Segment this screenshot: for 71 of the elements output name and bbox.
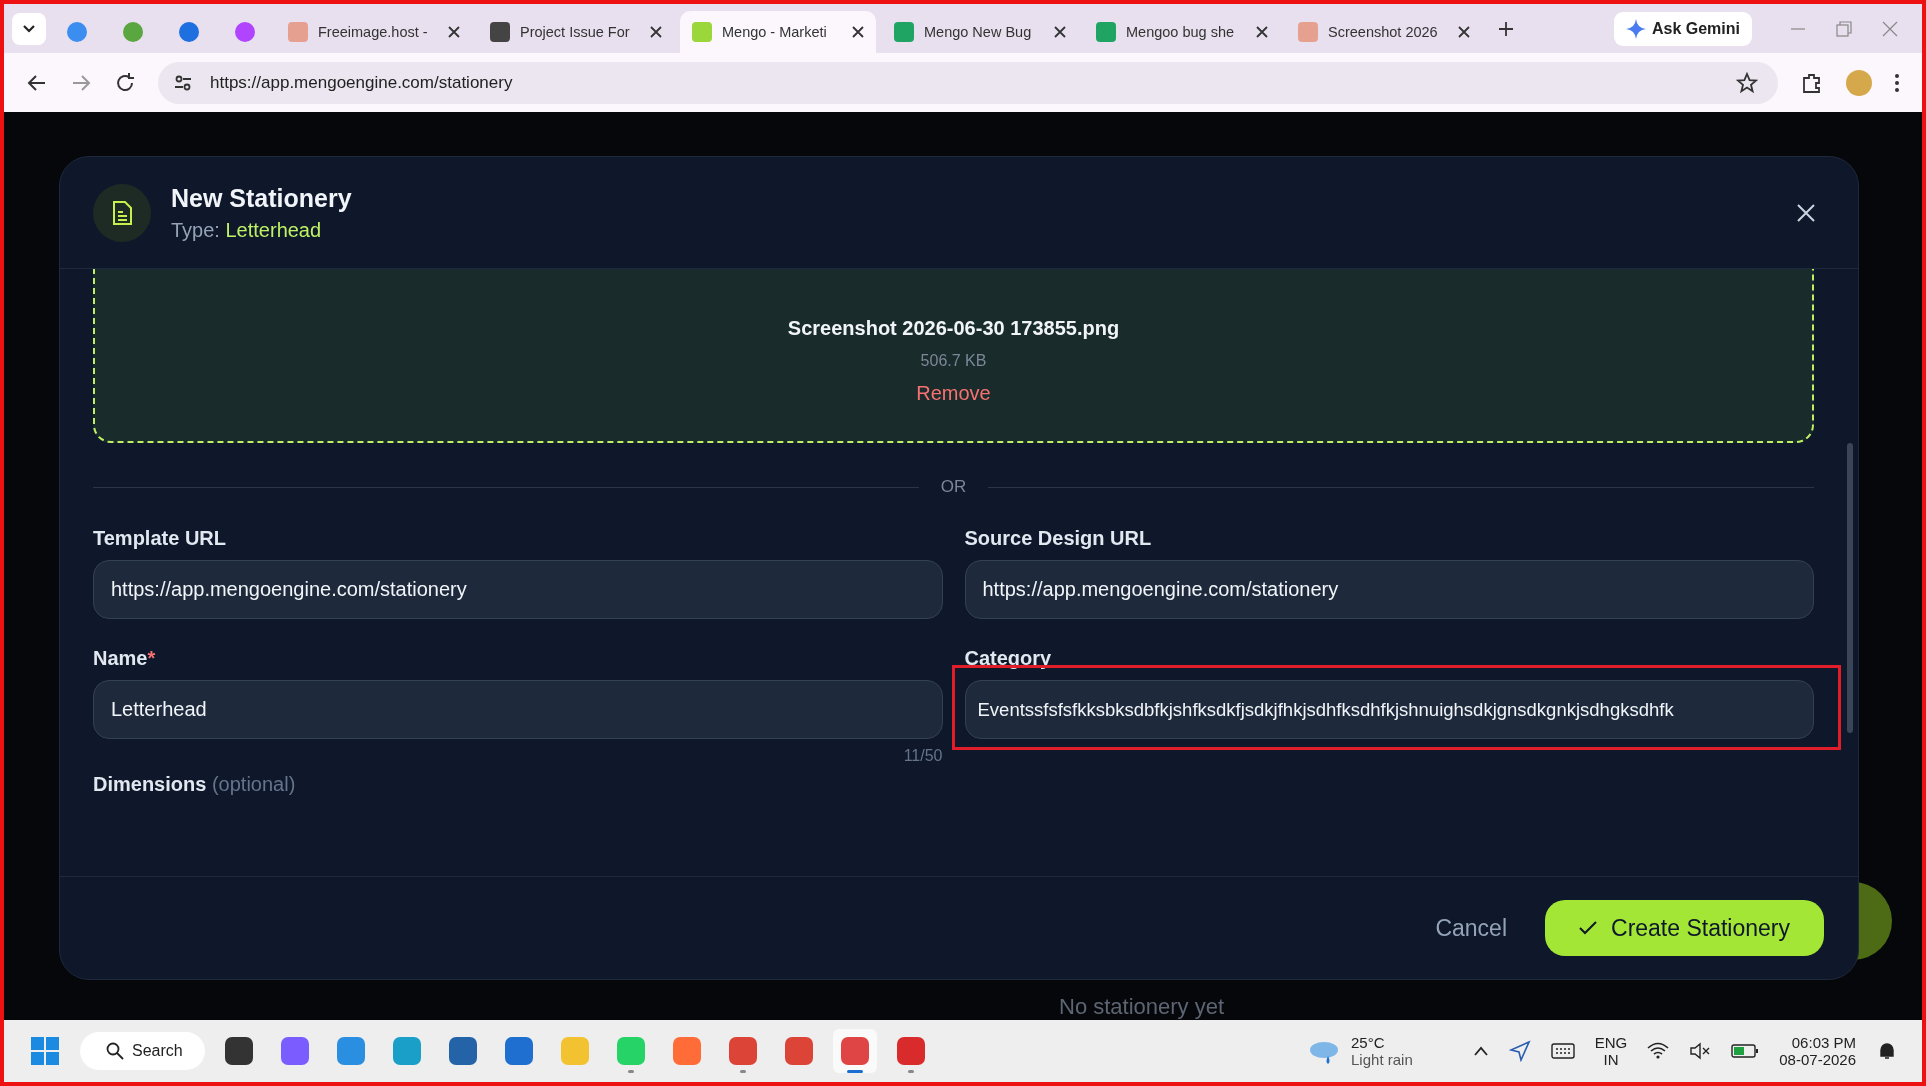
weather-text: Light rain (1351, 1051, 1413, 1068)
tab-title: Mengoo bug she (1126, 24, 1236, 40)
file-name: Screenshot 2026-06-30 173855.png (787, 317, 1120, 340)
dimensions-label: Dimensions (optional) (93, 773, 297, 796)
tab-search-button[interactable] (12, 12, 46, 45)
tab-title: Mengo New Bug (924, 24, 1033, 40)
close-icon[interactable] (650, 26, 662, 38)
search-icon (106, 1042, 124, 1060)
star-icon[interactable] (1736, 71, 1758, 94)
new-tab-icon[interactable] (1498, 20, 1514, 37)
favicon-icon (179, 22, 199, 42)
browser-tab[interactable]: Mengo - Marketi (680, 11, 876, 53)
reload-icon[interactable] (114, 71, 136, 94)
browser-tab[interactable]: Screenshot 2026 (1286, 11, 1482, 53)
check-icon (1579, 921, 1597, 935)
field-label: Name* (93, 647, 157, 670)
clock[interactable]: 06:03 PM 08-07-2026 (1779, 1034, 1856, 1068)
upload-area[interactable]: Screenshot 2026-06-30 173855.png 506.7 KB Remove (93, 269, 1814, 443)
close-icon[interactable] (448, 26, 460, 38)
browser-tab[interactable]: Freeimage.host - (276, 11, 472, 53)
character-counter: 11/50 (903, 747, 943, 765)
file-size: 506.7 KB (920, 352, 987, 370)
input-field[interactable]: https://app.mengoengine.com/stationery (964, 560, 1814, 619)
chevron-up-icon[interactable] (1472, 1045, 1489, 1057)
cancel-button[interactable]: Cancel (1419, 904, 1523, 952)
input-field[interactable]: https://app.mengoengine.com/stationery (93, 560, 943, 619)
menu-icon[interactable] (1894, 71, 1900, 94)
tab-title: Screenshot 2026 (1328, 24, 1439, 40)
url-text: https://app.mengoengine.com/stationery (210, 72, 513, 93)
browser-tab[interactable]: Mengo New Bug (882, 11, 1078, 53)
address-bar[interactable]: https://app.mengoengine.com/stationery (158, 61, 1778, 104)
close-icon[interactable] (1458, 26, 1470, 38)
field-label: Template URL (93, 527, 227, 550)
chevron-down-icon (22, 23, 36, 34)
favicon-icon (1096, 22, 1116, 42)
close-icon[interactable] (1054, 26, 1066, 38)
browser-tab[interactable]: Project Issue For (478, 11, 674, 53)
location-icon[interactable] (1508, 1040, 1531, 1062)
ask-gemini-button[interactable]: Ask Gemini (1613, 11, 1752, 46)
favicon-icon (894, 22, 914, 42)
keyboard-icon[interactable] (1550, 1042, 1575, 1060)
start-icon[interactable] (30, 1036, 60, 1066)
empty-state-text: No stationery yet (1059, 994, 1225, 1020)
favicon-icon (1298, 22, 1318, 42)
taskbar-search[interactable]: Search (80, 1032, 205, 1070)
tab-title: Freeimage.host - (318, 24, 429, 40)
close-icon[interactable] (1256, 26, 1268, 38)
or-divider-text: OR (940, 477, 967, 497)
favicon-icon (692, 22, 712, 42)
favicon-icon (123, 22, 143, 42)
create-stationery-button[interactable]: Create Stationery (1545, 900, 1824, 956)
favicon-icon (235, 22, 255, 42)
favicon-icon (67, 22, 87, 42)
tab-title: Project Issue For (520, 24, 631, 40)
battery-icon[interactable] (1731, 1042, 1760, 1060)
sparkle-icon (1625, 18, 1646, 39)
wifi-icon[interactable] (1647, 1042, 1670, 1060)
favicon-icon (490, 22, 510, 42)
favicon-icon (288, 22, 308, 42)
input-field[interactable]: Eventssfsfsfkksbksdbfkjshfksdkfjsdkjfhkjsdhfksdhfkjshnuighsdkjgnsdkgnkjsdhgksdhfk (964, 680, 1814, 739)
muted-speaker-icon[interactable] (1689, 1042, 1712, 1060)
browser-tab[interactable]: Mengoo bug she (1084, 11, 1280, 53)
dialog-title: New Stationery (171, 183, 352, 213)
field-label: Source Design URL (964, 527, 1153, 550)
tab-title: Mengo - Marketi (722, 24, 828, 40)
remove-link[interactable]: Remove (916, 382, 991, 405)
input-field[interactable]: Letterhead (93, 680, 943, 739)
type-label: Type: Letterhead (171, 218, 323, 242)
language-indicator[interactable]: ENG IN (1594, 1034, 1628, 1068)
close-icon[interactable] (852, 26, 864, 38)
temperature-text: 25°C (1351, 1034, 1386, 1051)
